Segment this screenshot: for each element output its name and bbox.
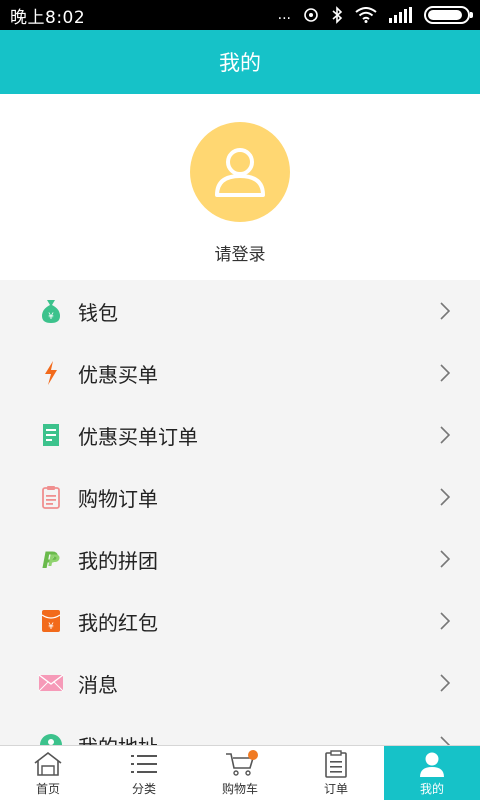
list-icon <box>129 750 159 778</box>
lightning-icon <box>38 360 64 386</box>
menu-item-wallet[interactable]: ¥ 钱包 <box>0 280 480 342</box>
menu-item-messages[interactable]: 消息 <box>0 652 480 714</box>
menu-item-label: 我的拼团 <box>78 548 158 573</box>
sync-icon <box>304 8 318 22</box>
clipboard-icon <box>38 484 64 510</box>
home-icon <box>33 750 63 778</box>
svg-text:¥: ¥ <box>48 312 54 322</box>
envelope-icon <box>38 670 64 696</box>
app-header: 我的 <box>0 30 480 94</box>
user-avatar-icon <box>215 148 265 197</box>
menu-item-label: 优惠买单 <box>78 362 158 387</box>
login-link[interactable]: 请登录 <box>215 240 266 265</box>
group-buy-icon: P P <box>38 546 64 572</box>
chevron-right-icon <box>438 611 452 631</box>
menu-item-shopping-orders[interactable]: 购物订单 <box>0 466 480 528</box>
svg-text:P: P <box>48 551 60 570</box>
status-time: 晚上8:02 <box>10 7 86 28</box>
avatar[interactable] <box>190 122 290 222</box>
menu-item-discount-pay[interactable]: 优惠买单 <box>0 342 480 404</box>
nav-label: 订单 <box>323 781 348 796</box>
bottom-nav: 首页 分类 购物车 订单 我的 <box>0 745 480 800</box>
page-title: 我的 <box>219 51 261 75</box>
menu-item-label: 消息 <box>78 672 118 697</box>
nav-label: 首页 <box>35 781 60 796</box>
menu-item-discount-pay-orders[interactable]: 优惠买单订单 <box>0 404 480 466</box>
nav-cart[interactable]: 购物车 <box>192 746 288 800</box>
receipt-icon <box>38 422 64 448</box>
menu-item-red-envelope[interactable]: ¥ 我的红包 <box>0 590 480 652</box>
chevron-right-icon <box>438 673 452 693</box>
menu-item-label: 钱包 <box>78 300 118 325</box>
chevron-right-icon <box>438 301 452 321</box>
order-icon <box>324 749 348 778</box>
nav-category[interactable]: 分类 <box>96 746 192 800</box>
status-bar: 晚上8:02 ... <box>0 0 480 30</box>
profile-section: 请登录 <box>0 94 480 280</box>
menu-item-label: 我的地址 <box>78 731 438 746</box>
chevron-right-icon <box>438 735 452 745</box>
nav-orders[interactable]: 订单 <box>288 746 384 800</box>
nav-mine[interactable]: 我的 <box>384 746 480 800</box>
user-icon <box>418 750 446 778</box>
menu-list: ¥ 钱包 优惠买单 优惠买单订单 购物订单 P P 我的拼团 ¥ 我的红包 消息 <box>0 280 480 745</box>
menu-item-group-buy[interactable]: P P 我的拼团 <box>0 528 480 590</box>
money-bag-icon: ¥ <box>38 298 64 324</box>
menu-item-label: 我的红包 <box>78 610 158 635</box>
bluetooth-icon <box>332 6 343 24</box>
chevron-right-icon <box>438 363 452 383</box>
location-icon <box>38 732 64 745</box>
nav-label: 购物车 <box>221 781 258 796</box>
menu-item-label: 购物订单 <box>78 486 158 511</box>
svg-text:¥: ¥ <box>48 622 54 632</box>
signal-icon <box>389 7 412 23</box>
menu-item-label: 优惠买单订单 <box>78 424 198 449</box>
nav-home[interactable]: 首页 <box>0 746 96 800</box>
chevron-right-icon <box>438 549 452 569</box>
red-envelope-icon: ¥ <box>38 608 64 634</box>
chevron-right-icon <box>438 425 452 445</box>
chevron-right-icon <box>438 487 452 507</box>
cart-badge <box>248 750 258 760</box>
wifi-icon <box>355 7 377 23</box>
status-icons: ... <box>277 6 473 24</box>
nav-label: 分类 <box>131 781 156 796</box>
menu-item-address[interactable]: 我的地址 <box>0 714 480 745</box>
nav-label: 我的 <box>419 781 444 796</box>
more-dots-icon: ... <box>277 7 291 23</box>
battery-icon <box>424 6 473 24</box>
